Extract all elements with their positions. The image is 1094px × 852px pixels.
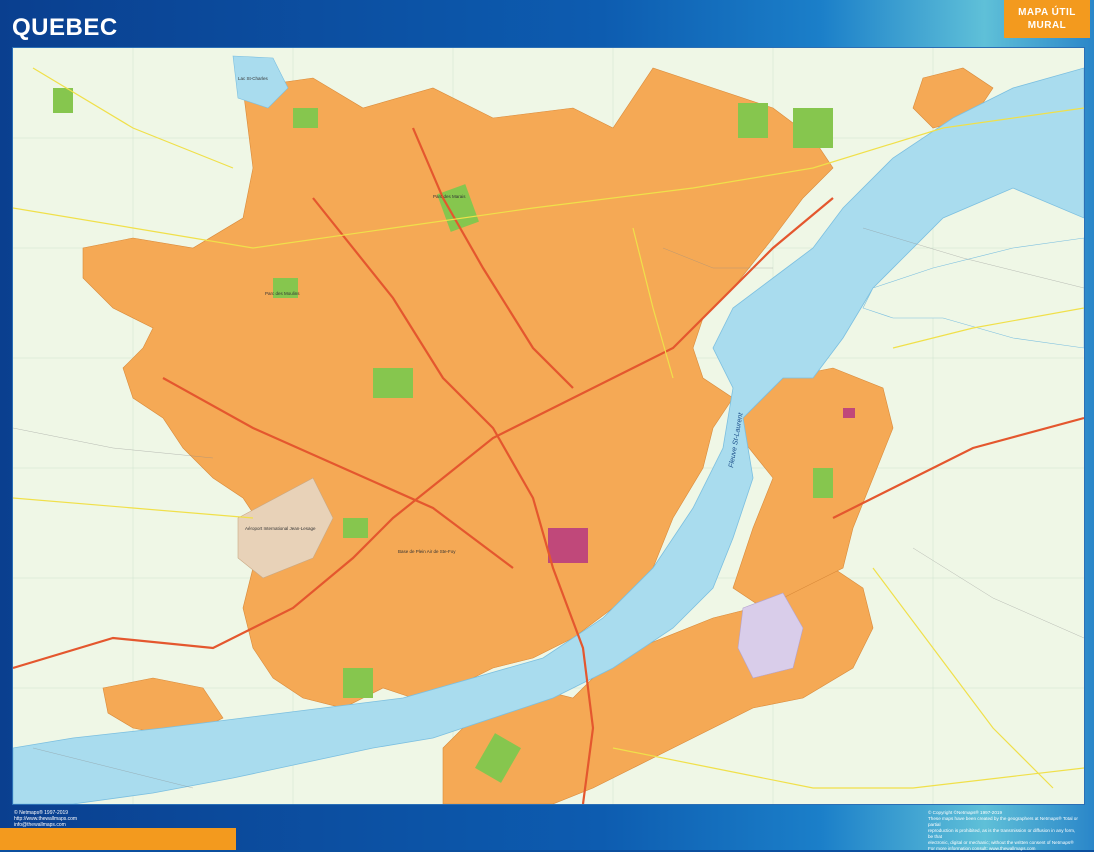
footer-left: © Netmaps® 1997-2019 http://www.thewallm… [14,810,77,828]
park-label-3: Base de Plein Air de Ste-Foy [398,549,456,554]
badge-line-1: MAPA ÚTIL [1004,6,1090,19]
hospital-area-2 [843,408,855,418]
footer-right-line-2: These maps have been created by the geog… [928,816,1078,828]
map-canvas: Fleuve St-Laurent Lac St-Charles Parc de… [13,48,1084,804]
mapa-util-badge[interactable]: MAPA ÚTIL MURAL [1004,0,1090,38]
map-title: QUEBEC [12,14,118,42]
footer-right-line-5: For more information consult: www.thewal… [928,846,1078,852]
footer-right-line-3: reproduction is prohibited, as is the tr… [928,828,1078,840]
urban-area-main [83,68,833,708]
hospital-area [548,528,588,563]
lake-label: Lac St-Charles [238,76,269,81]
orange-strip [0,828,236,850]
park-label-1: Parc des Marais [433,194,466,199]
airport-label: Aéroport International Jean-Lesage [245,526,316,531]
park-label-2: Parc des Moulins [265,291,300,296]
city-map[interactable]: Fleuve St-Laurent Lac St-Charles Parc de… [12,47,1085,805]
footer-right: © Copyright ©Netmaps® 1997-2019 These ma… [928,810,1078,852]
badge-line-2: MURAL [1004,19,1090,32]
